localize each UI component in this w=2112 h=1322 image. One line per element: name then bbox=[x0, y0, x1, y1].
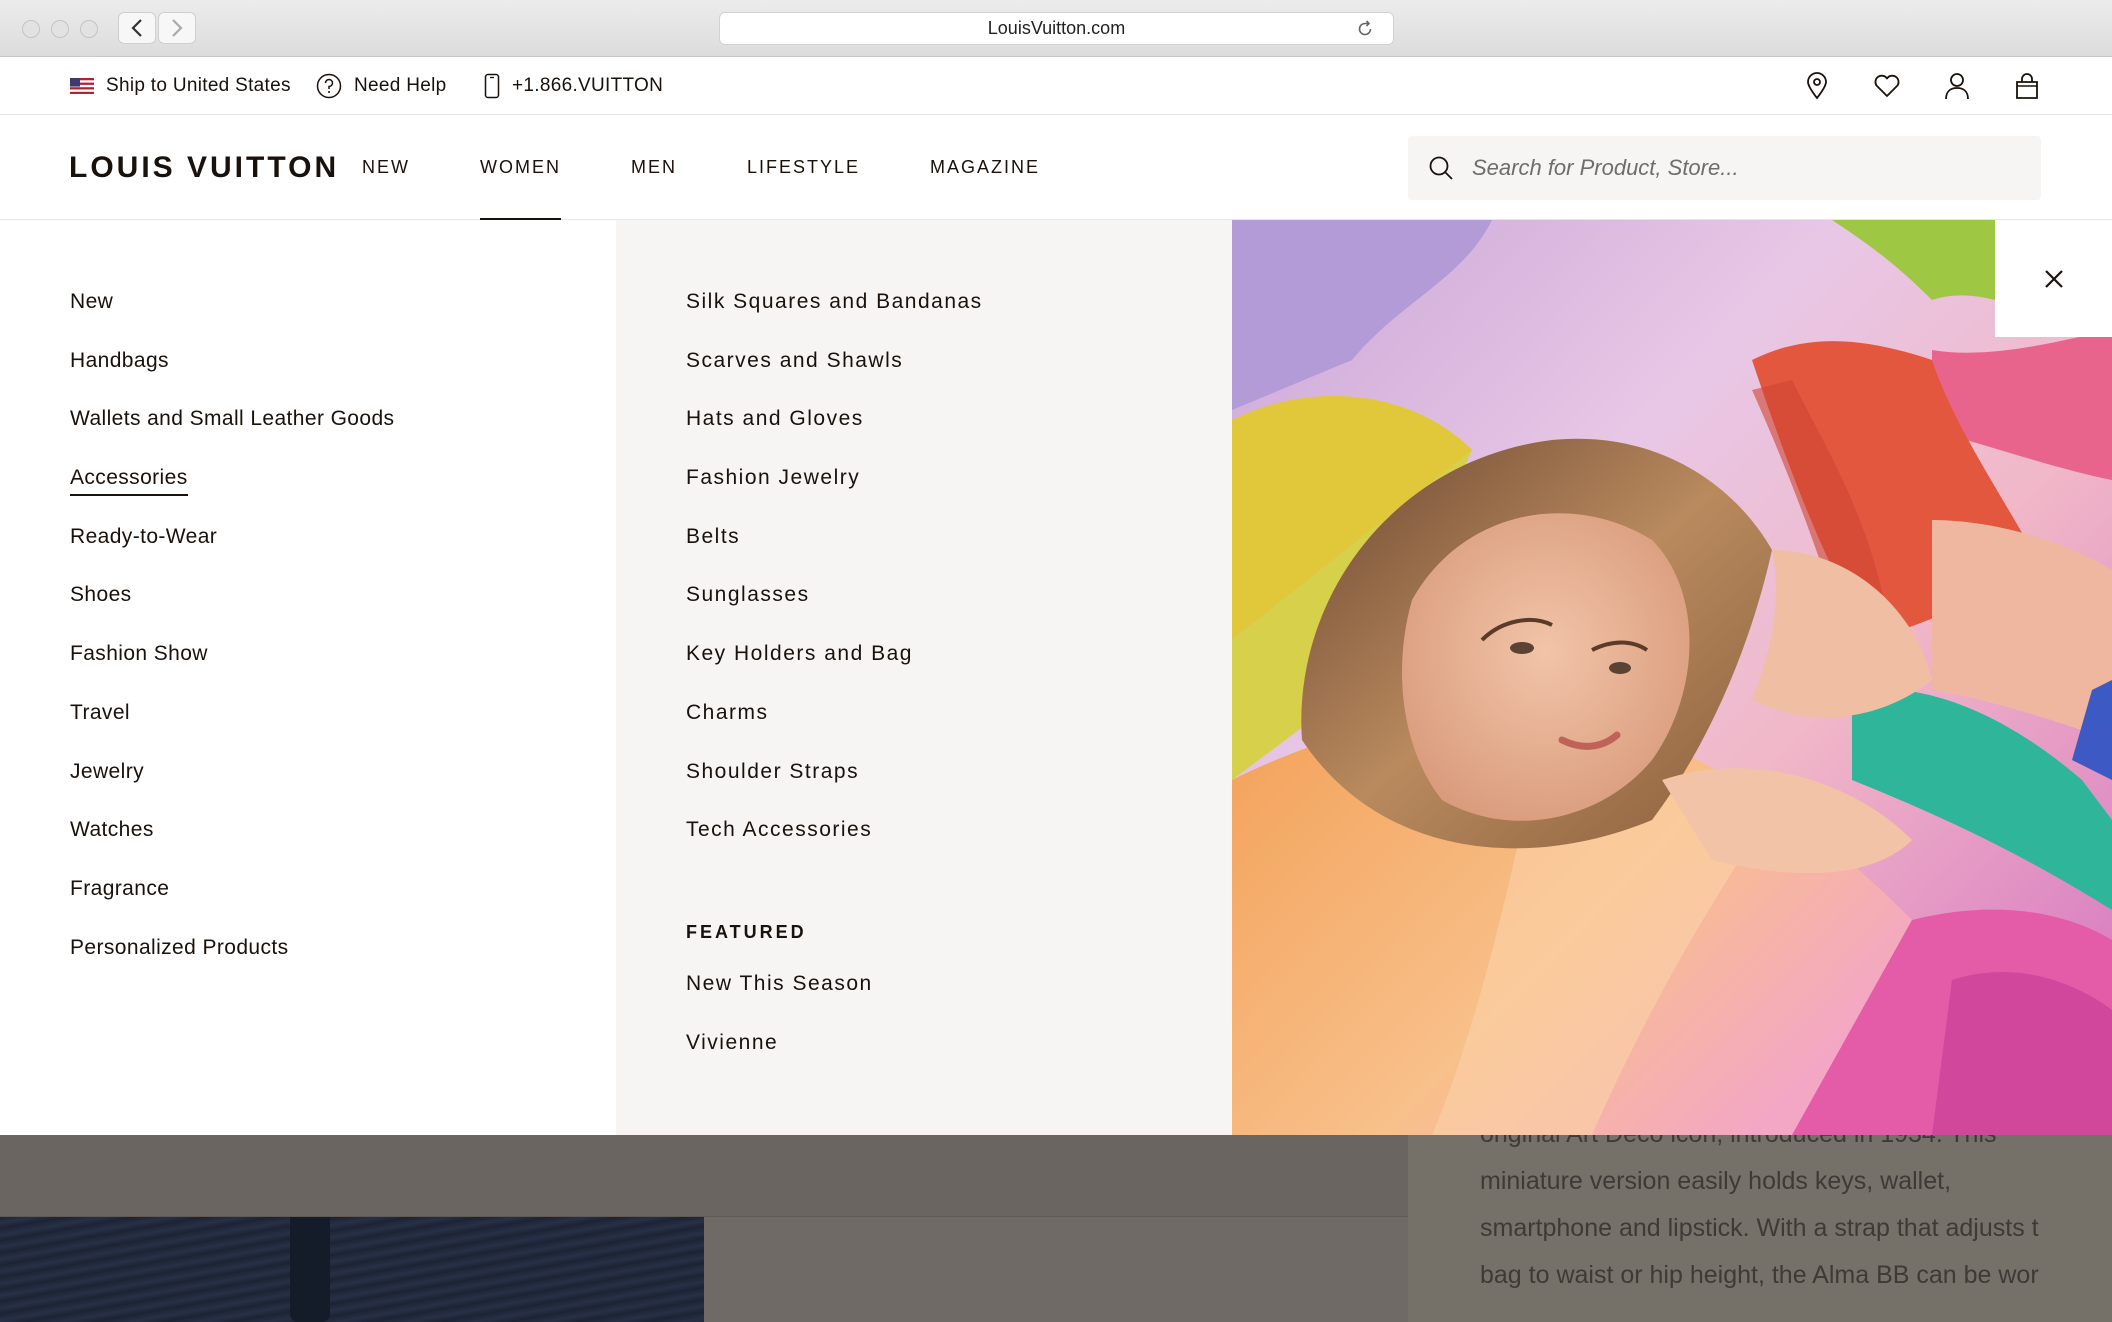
close-icon bbox=[2044, 269, 2063, 288]
subcategory-item[interactable]: Hats and Gloves bbox=[686, 407, 983, 466]
shopping-bag-button[interactable] bbox=[2012, 71, 2042, 101]
chevron-left-icon bbox=[131, 19, 142, 37]
category-item[interactable]: New bbox=[70, 290, 394, 349]
subcategory-list: Silk Squares and Bandanas Scarves and Sh… bbox=[686, 290, 983, 877]
close-menu-button[interactable] bbox=[1995, 220, 2112, 337]
window-close-control[interactable] bbox=[22, 20, 40, 38]
subcategory-item[interactable]: Shoulder Straps bbox=[686, 760, 983, 819]
store-locator-button[interactable] bbox=[1802, 71, 1832, 101]
brand-logo[interactable]: LOUIS VUITTON bbox=[69, 151, 339, 185]
search-icon bbox=[1429, 156, 1453, 180]
account-button[interactable] bbox=[1942, 71, 1972, 101]
heart-icon bbox=[1874, 74, 1900, 97]
nav-tab-men[interactable]: MEN bbox=[631, 115, 677, 220]
description-line: smartphone and lipstick. With a strap th… bbox=[1480, 1214, 2040, 1242]
featured-item[interactable]: Vivienne bbox=[686, 1031, 873, 1090]
category-item[interactable]: Fashion Show bbox=[70, 642, 394, 701]
subcategory-item[interactable]: Tech Accessories bbox=[686, 818, 983, 877]
featured-heading: FEATURED bbox=[686, 922, 807, 942]
featured-item[interactable]: New This Season bbox=[686, 972, 873, 1031]
wishlist-button[interactable] bbox=[1872, 71, 1902, 101]
main-nav: NEW WOMEN MEN LIFESTYLE MAGAZINE bbox=[362, 115, 1110, 221]
nav-tab-lifestyle[interactable]: LIFESTYLE bbox=[747, 115, 860, 220]
nav-tab-women[interactable]: WOMEN bbox=[480, 115, 561, 221]
address-bar[interactable]: LouisVuitton.com bbox=[719, 12, 1394, 45]
category-item[interactable]: Shoes bbox=[70, 583, 394, 642]
subcategory-item[interactable]: Belts bbox=[686, 525, 983, 584]
subcategory-item[interactable]: Scarves and Shawls bbox=[686, 349, 983, 408]
background-band bbox=[0, 1135, 1408, 1217]
category-item[interactable]: Ready-to-Wear bbox=[70, 525, 394, 584]
product-image bbox=[0, 1217, 704, 1322]
category-item[interactable]: Watches bbox=[70, 818, 394, 877]
ship-to-label: Ship to United States bbox=[106, 75, 291, 96]
description-line: original Art Deco icon, introduced in 19… bbox=[1480, 1135, 2040, 1158]
category-item[interactable]: Wallets and Small Leather Goods bbox=[70, 407, 394, 466]
subcategory-item[interactable]: Charms bbox=[686, 701, 983, 760]
reload-icon[interactable] bbox=[1355, 19, 1375, 39]
url-text: LouisVuitton.com bbox=[987, 18, 1126, 38]
category-item[interactable]: Jewelry bbox=[70, 760, 394, 819]
nav-tab-new[interactable]: NEW bbox=[362, 115, 410, 220]
category-item[interactable]: Travel bbox=[70, 701, 394, 760]
user-icon bbox=[1945, 73, 1969, 100]
forward-button[interactable] bbox=[158, 12, 196, 44]
ship-to-link[interactable]: Ship to United States bbox=[70, 57, 291, 115]
back-button[interactable] bbox=[118, 12, 156, 44]
product-image-strap bbox=[290, 1217, 330, 1322]
search-input[interactable] bbox=[1472, 155, 1992, 181]
featured-image[interactable] bbox=[1232, 220, 2112, 1135]
model-photo bbox=[1232, 220, 2112, 1135]
search-box[interactable] bbox=[1408, 136, 2041, 200]
help-icon bbox=[316, 73, 342, 99]
utility-icons bbox=[1802, 57, 2042, 115]
nav-tab-magazine[interactable]: MAGAZINE bbox=[930, 115, 1040, 220]
subcategory-item[interactable]: Fashion Jewelry bbox=[686, 466, 983, 525]
women-mega-menu: New Handbags Wallets and Small Leather G… bbox=[0, 220, 2112, 1135]
subcategory-item[interactable]: Sunglasses bbox=[686, 583, 983, 642]
phone-icon bbox=[484, 73, 500, 99]
need-help-label: Need Help bbox=[354, 75, 447, 96]
need-help-link[interactable]: Need Help bbox=[316, 57, 446, 115]
subcategory-item[interactable]: Silk Squares and Bandanas bbox=[686, 290, 983, 349]
window-minimize-control[interactable] bbox=[51, 20, 69, 38]
product-description: original Art Deco icon, introduced in 19… bbox=[1480, 1135, 2040, 1299]
background-page: original Art Deco icon, introduced in 19… bbox=[0, 1135, 2112, 1322]
window-zoom-control[interactable] bbox=[80, 20, 98, 38]
us-flag-icon bbox=[70, 78, 94, 94]
location-pin-icon bbox=[1807, 72, 1827, 100]
site-header: LOUIS VUITTON NEW WOMEN MEN LIFESTYLE MA… bbox=[0, 115, 2112, 221]
category-item[interactable]: Handbags bbox=[70, 349, 394, 408]
description-line: miniature version easily holds keys, wal… bbox=[1480, 1167, 1952, 1195]
shopping-bag-icon bbox=[2016, 73, 2038, 99]
category-item-active[interactable]: Accessories bbox=[70, 466, 394, 525]
browser-toolbar: LouisVuitton.com bbox=[0, 0, 2112, 57]
chevron-right-icon bbox=[172, 19, 183, 37]
featured-list: New This Season Vivienne bbox=[686, 972, 873, 1089]
utility-bar: Ship to United States Need Help +1.866.V… bbox=[0, 57, 2112, 115]
description-line: bag to waist or hip height, the Alma BB … bbox=[1480, 1261, 2040, 1289]
category-list: New Handbags Wallets and Small Leather G… bbox=[70, 290, 394, 994]
category-item[interactable]: Fragrance bbox=[70, 877, 394, 936]
category-item[interactable]: Personalized Products bbox=[70, 936, 394, 995]
phone-label: +1.866.VUITTON bbox=[512, 75, 664, 96]
phone-link[interactable]: +1.866.VUITTON bbox=[484, 57, 663, 115]
subcategory-item[interactable]: Key Holders and Bag bbox=[686, 642, 983, 701]
